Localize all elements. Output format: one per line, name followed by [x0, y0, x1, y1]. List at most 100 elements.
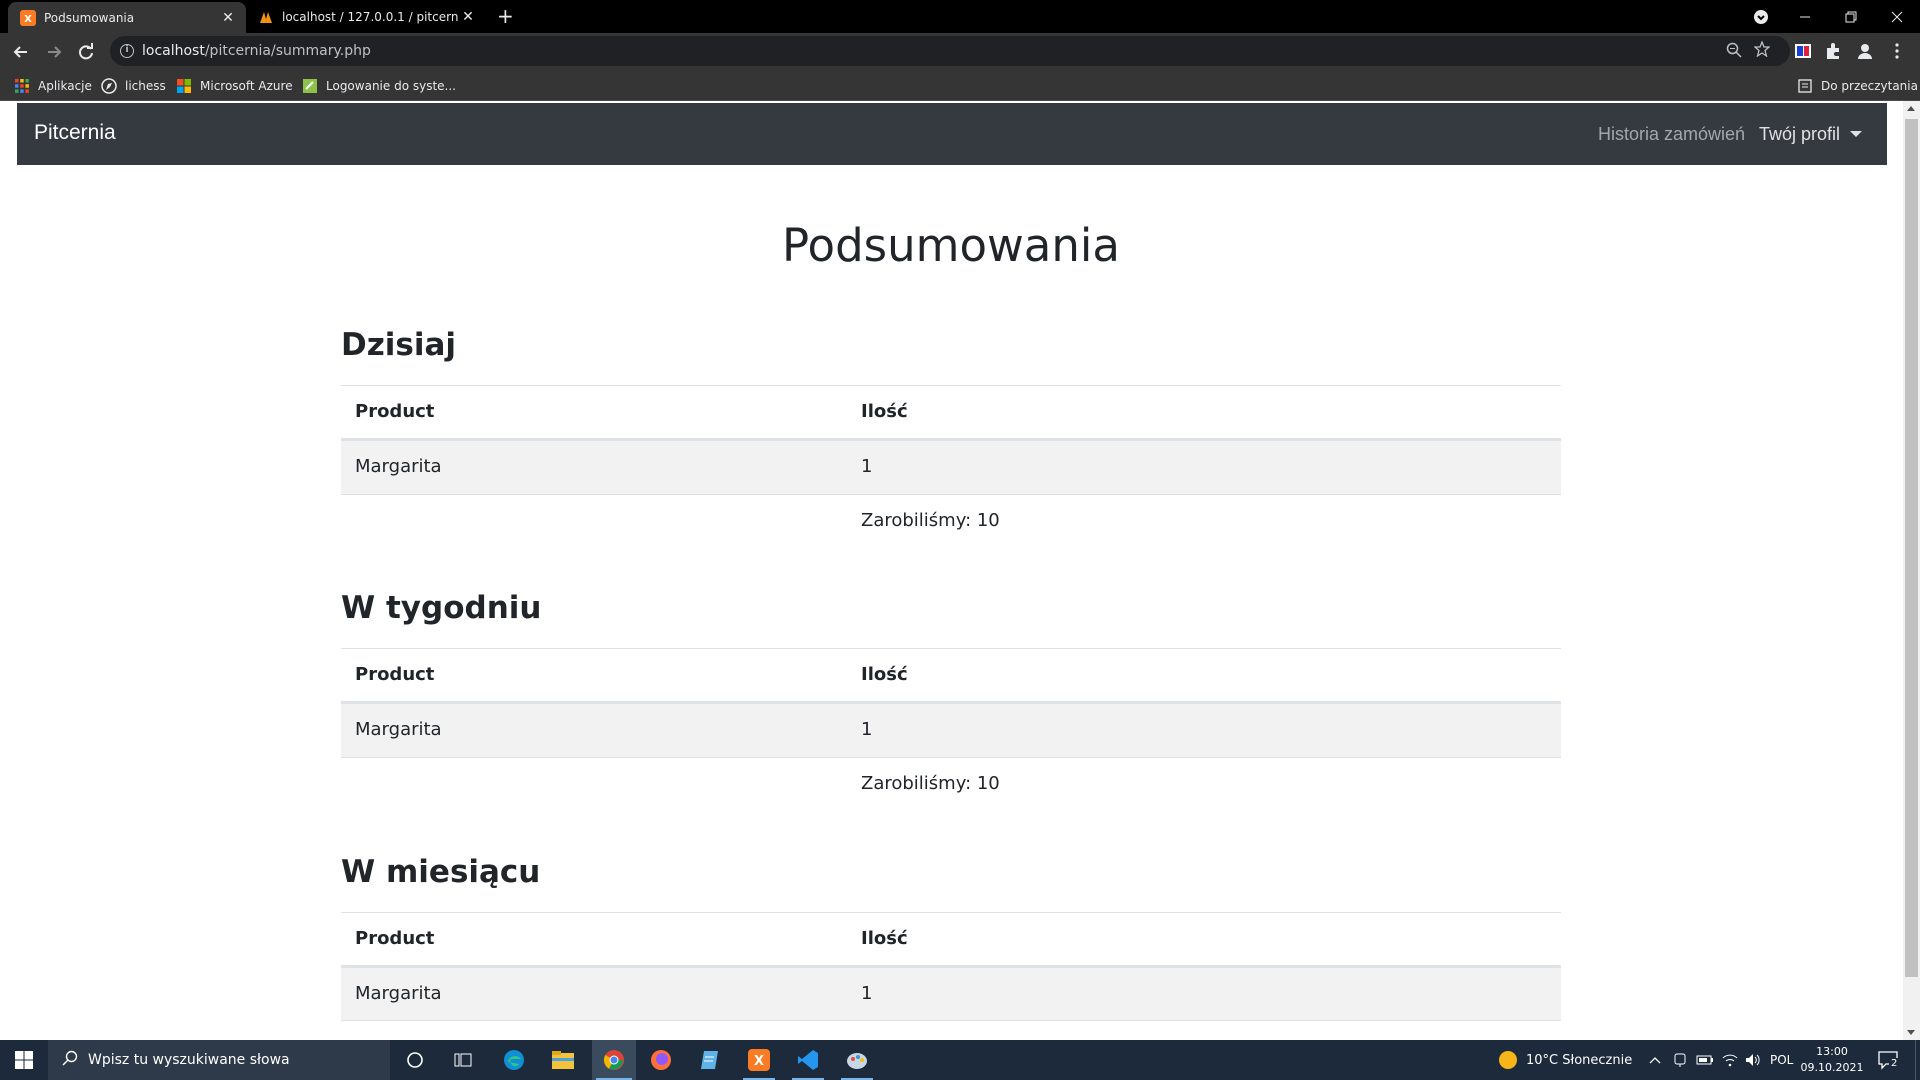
page-title: Podsumowania: [782, 219, 1120, 272]
navbar-brand[interactable]: Pitcernia: [34, 121, 116, 145]
nav-profile-label: Twój profil: [1759, 124, 1841, 144]
section-heading-week: W tygodniu: [341, 590, 542, 626]
nav-profile-dropdown[interactable]: Twój profil: [1759, 124, 1863, 145]
table-header-row: Product Ilość: [341, 912, 1561, 967]
show-desktop-button[interactable]: [1915, 1040, 1920, 1080]
clock[interactable]: 13:00 09.10.2021: [1801, 1040, 1864, 1080]
notification-center[interactable]: 2: [1878, 1040, 1900, 1080]
profile-icon[interactable]: [1856, 42, 1874, 60]
summary-table-week: Product Ilość Margarita 1 Zarobiliśmy: 1…: [341, 648, 1561, 811]
scroll-thumb[interactable]: [1905, 119, 1918, 977]
page-scrollbar[interactable]: [1903, 101, 1920, 1040]
tab-podsumowania[interactable]: X Podsumowania ✕: [8, 2, 246, 33]
extensions-puzzle-icon[interactable]: [1824, 42, 1842, 60]
column-header-product: Product: [355, 664, 435, 685]
weather-widget[interactable]: 10°C Słonecznie: [1498, 1040, 1632, 1080]
task-view-icon[interactable]: [443, 1040, 483, 1080]
azure-icon: [177, 79, 191, 93]
bookmark-label: lichess: [125, 79, 166, 93]
close-window-icon[interactable]: [1874, 0, 1920, 33]
reload-icon[interactable]: [75, 41, 97, 63]
caret-down-icon: [1850, 131, 1863, 137]
sun-icon: [1499, 1051, 1517, 1069]
close-tab-icon[interactable]: ✕: [458, 9, 478, 25]
chrome-app-icon[interactable]: [592, 1040, 636, 1080]
file-explorer-icon[interactable]: [543, 1040, 583, 1080]
address-bar[interactable]: i localhost/pitcernia/summary.php: [110, 36, 1790, 66]
scroll-up-icon[interactable]: [1907, 106, 1915, 111]
notification-count: 2: [1889, 1058, 1900, 1069]
paint-app-icon[interactable]: [837, 1040, 877, 1080]
tab-title: Podsumowania: [44, 10, 135, 25]
cell-product: Margarita: [355, 719, 442, 740]
lichess-icon: [101, 78, 117, 94]
url-path: /pitcernia/summary.php: [204, 43, 371, 59]
cell-quantity: 1: [861, 456, 873, 477]
table-row: Margarita 1: [341, 440, 1561, 494]
volume-icon[interactable]: [1745, 1040, 1761, 1080]
login-icon: [303, 79, 317, 93]
cell-product: Margarita: [355, 456, 442, 477]
new-tab-button[interactable]: +: [497, 5, 514, 27]
site-info-icon[interactable]: i: [120, 44, 134, 58]
bookmark-microsoft-azure[interactable]: Microsoft Azure: [176, 76, 293, 96]
start-button[interactable]: [0, 1040, 48, 1080]
table-header-row: Product Ilość: [341, 648, 1561, 703]
edge-app-icon[interactable]: [494, 1040, 534, 1080]
notepad-app-icon[interactable]: [690, 1040, 730, 1080]
cortana-icon[interactable]: [395, 1040, 435, 1080]
extension-icon[interactable]: [1794, 42, 1812, 60]
restore-icon[interactable]: [1828, 0, 1874, 33]
zoom-icon[interactable]: [1726, 42, 1742, 62]
vscode-app-icon[interactable]: [788, 1040, 828, 1080]
url-host: localhost: [142, 43, 205, 59]
wifi-icon[interactable]: [1722, 1040, 1738, 1080]
search-icon: [62, 1050, 78, 1070]
show-hidden-icons-icon[interactable]: [1648, 1040, 1662, 1080]
table-row: Margarita 1: [341, 703, 1561, 757]
close-tab-icon[interactable]: ✕: [218, 10, 238, 26]
svg-text:X: X: [24, 14, 32, 25]
column-header-quantity: Ilość: [861, 664, 908, 685]
tab-search-icon[interactable]: [1738, 0, 1784, 33]
table-header-row: Product Ilość: [341, 385, 1561, 440]
bookmark-label: Logowanie do syste...: [326, 79, 456, 93]
reading-list[interactable]: Do przeczytania: [1797, 76, 1918, 96]
cell-product: Margarita: [355, 983, 442, 1004]
input-language[interactable]: POL: [1770, 1040, 1793, 1080]
bookmark-star-icon[interactable]: [1753, 40, 1771, 61]
nav-history-link[interactable]: Historia zamówień: [1598, 124, 1745, 145]
bookmark-lichess[interactable]: lichess: [101, 76, 166, 96]
firefox-app-icon[interactable]: [641, 1040, 681, 1080]
menu-dots-icon[interactable]: [1888, 42, 1906, 60]
scroll-down-icon[interactable]: [1907, 1030, 1915, 1035]
table-total-row: Zarobiliśmy: 10: [341, 494, 1561, 548]
battery-icon[interactable]: [1696, 1040, 1714, 1080]
bookmark-aplikacje[interactable]: Aplikacje: [14, 76, 92, 96]
tab-phpmyadmin[interactable]: localhost / 127.0.0.1 / pitcernia / ✕: [246, 0, 486, 33]
back-icon[interactable]: [10, 41, 32, 63]
taskbar-search-box[interactable]: Wpisz tu wyszukiwane słowa: [48, 1040, 390, 1080]
forward-icon[interactable]: [43, 41, 65, 63]
browser-toolbar: i localhost/pitcernia/summary.php: [0, 33, 1920, 70]
xampp-app-icon[interactable]: X: [739, 1040, 779, 1080]
cell-quantity: 1: [861, 983, 873, 1004]
minimize-icon[interactable]: [1782, 0, 1828, 33]
clock-time: 13:00: [1816, 1045, 1848, 1058]
bookmark-logowanie[interactable]: Logowanie do syste...: [302, 76, 456, 96]
site-navbar: Pitcernia Historia zamówień Twój profil: [17, 103, 1887, 165]
phpmyadmin-favicon-icon: [258, 9, 274, 25]
windows-logo-icon: [15, 1051, 33, 1069]
column-header-product: Product: [355, 401, 435, 422]
url-text: localhost/pitcernia/summary.php: [142, 43, 371, 59]
tab-title: localhost / 127.0.0.1 / pitcernia /: [282, 9, 458, 24]
table-total-row: Zarobiliśmy: 10: [341, 757, 1561, 811]
column-header-quantity: Ilość: [861, 928, 908, 949]
meet-now-icon[interactable]: [1672, 1040, 1688, 1080]
search-placeholder: Wpisz tu wyszukiwane słowa: [88, 1052, 290, 1068]
section-heading-today: Dzisiaj: [341, 327, 457, 363]
weather-text: 10°C Słonecznie: [1526, 1052, 1633, 1068]
reading-list-label: Do przeczytania: [1821, 79, 1918, 93]
table-row: Margarita 1: [341, 967, 1561, 1021]
earnings-total: Zarobiliśmy: 10: [861, 510, 1000, 531]
